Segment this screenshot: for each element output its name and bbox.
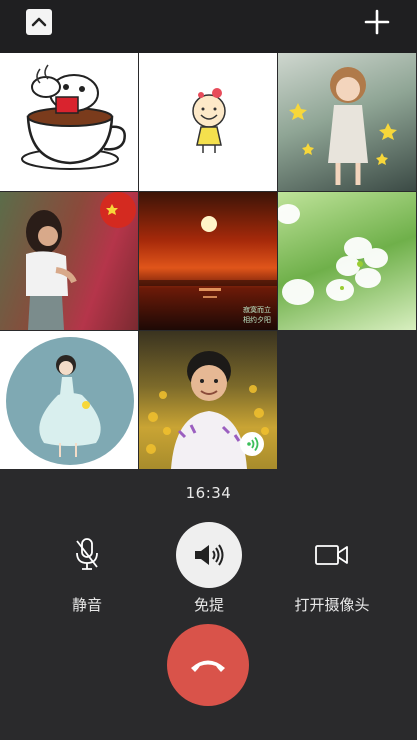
- participant-grid: 寂寞而立 相约夕阳: [0, 53, 417, 469]
- cartoon-girl-avatar: [192, 88, 226, 153]
- camera-control[interactable]: 打开摄像头: [272, 520, 392, 615]
- speaker-control[interactable]: 免提: [149, 520, 269, 615]
- mute-control[interactable]: 静音: [27, 520, 147, 615]
- participant-tile[interactable]: 寂寞而立 相约夕阳: [139, 192, 277, 330]
- girl-photo-avatar: [26, 192, 136, 330]
- sunset-caption-line1: 寂寞而立: [243, 305, 271, 314]
- participant-tile[interactable]: [278, 53, 416, 191]
- blue-dress-girl-avatar: [6, 337, 134, 465]
- dog-coffee-avatar: [21, 64, 126, 170]
- illustrated-woman-avatar: [289, 67, 397, 185]
- chevron-up-icon: [31, 17, 47, 27]
- speaking-wave-icon: [240, 432, 264, 456]
- top-bar: [0, 0, 417, 53]
- speaker-label: 免提: [193, 596, 224, 614]
- participant-tile[interactable]: [139, 53, 277, 191]
- microphone-muted-icon: [76, 538, 98, 570]
- sunset-caption-line2: 相约夕阳: [243, 315, 271, 324]
- speaker-button[interactable]: [176, 522, 242, 588]
- camera-label: 打开摄像头: [294, 596, 370, 614]
- call-timer: 16:34: [185, 484, 232, 502]
- participant-tile[interactable]: [0, 331, 138, 469]
- plus-icon: [364, 9, 390, 35]
- phone-hangup-icon: [191, 660, 225, 672]
- video-camera-icon: [315, 545, 348, 565]
- participant-tile-speaking[interactable]: [139, 331, 277, 469]
- participant-tile[interactable]: [0, 53, 138, 191]
- hangup-button[interactable]: [167, 624, 249, 706]
- flower-photo-avatar: [278, 204, 388, 305]
- sunset-photo-avatar: 寂寞而立 相约夕阳: [139, 216, 277, 324]
- camera-button[interactable]: [272, 520, 392, 590]
- add-participant-button[interactable]: [363, 8, 391, 36]
- participant-tile[interactable]: [0, 192, 138, 330]
- mute-button[interactable]: [27, 520, 147, 590]
- collapse-button[interactable]: [26, 9, 52, 35]
- mute-label: 静音: [71, 596, 102, 614]
- participant-tile[interactable]: [278, 192, 416, 330]
- speaker-icon: [195, 544, 224, 566]
